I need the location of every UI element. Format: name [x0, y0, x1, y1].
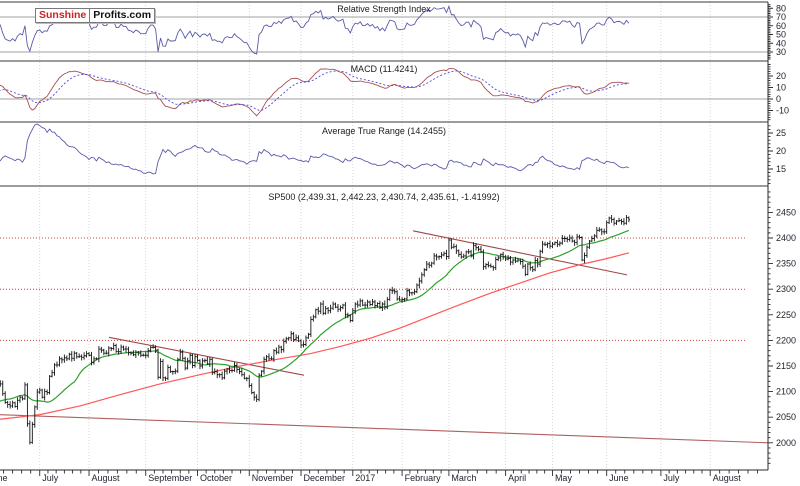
svg-text:2350: 2350: [776, 259, 796, 269]
svg-text:2400: 2400: [776, 233, 796, 243]
svg-text:September: September: [148, 473, 192, 483]
svg-text:November: November: [252, 473, 294, 483]
svg-text:2050: 2050: [776, 412, 796, 422]
logo-text-sunshine: Sunshine: [36, 9, 91, 22]
svg-text:2150: 2150: [776, 361, 796, 371]
svg-text:February: February: [405, 473, 442, 483]
svg-text:July: July: [663, 473, 680, 483]
svg-text:May: May: [555, 473, 573, 483]
svg-text:20: 20: [776, 146, 786, 156]
chart-canvas: 80706050403020100-1025201524502400235023…: [0, 1, 796, 483]
svg-text:July: July: [42, 473, 59, 483]
svg-text:2000: 2000: [776, 438, 796, 448]
svg-text:April: April: [508, 473, 526, 483]
svg-text:0: 0: [776, 94, 781, 104]
svg-text:2450: 2450: [776, 207, 796, 217]
svg-text:March: March: [451, 473, 476, 483]
svg-text:2250: 2250: [776, 310, 796, 320]
sunshine-profits-logo[interactable]: Sunshine Profits.com: [35, 8, 156, 23]
svg-text:15: 15: [776, 164, 786, 174]
svg-text:2100: 2100: [776, 387, 796, 397]
svg-text:June: June: [0, 473, 8, 483]
svg-text:25: 25: [776, 128, 786, 138]
svg-text:December: December: [304, 473, 346, 483]
chart-page: { "logo": { "part1": "Sunshine", "part2"…: [0, 0, 800, 486]
svg-text:30: 30: [776, 47, 786, 57]
svg-text:August: August: [713, 473, 742, 483]
svg-text:2200: 2200: [776, 335, 796, 345]
svg-text:2300: 2300: [776, 284, 796, 294]
svg-text:-10: -10: [776, 106, 789, 116]
svg-text:August: August: [92, 473, 121, 483]
logo-text-profits: Profits.com: [93, 9, 152, 21]
svg-text:June: June: [609, 473, 629, 483]
svg-text:10: 10: [776, 83, 786, 93]
svg-text:20: 20: [776, 71, 786, 81]
svg-text:2017: 2017: [355, 473, 375, 483]
svg-text:October: October: [200, 473, 232, 483]
